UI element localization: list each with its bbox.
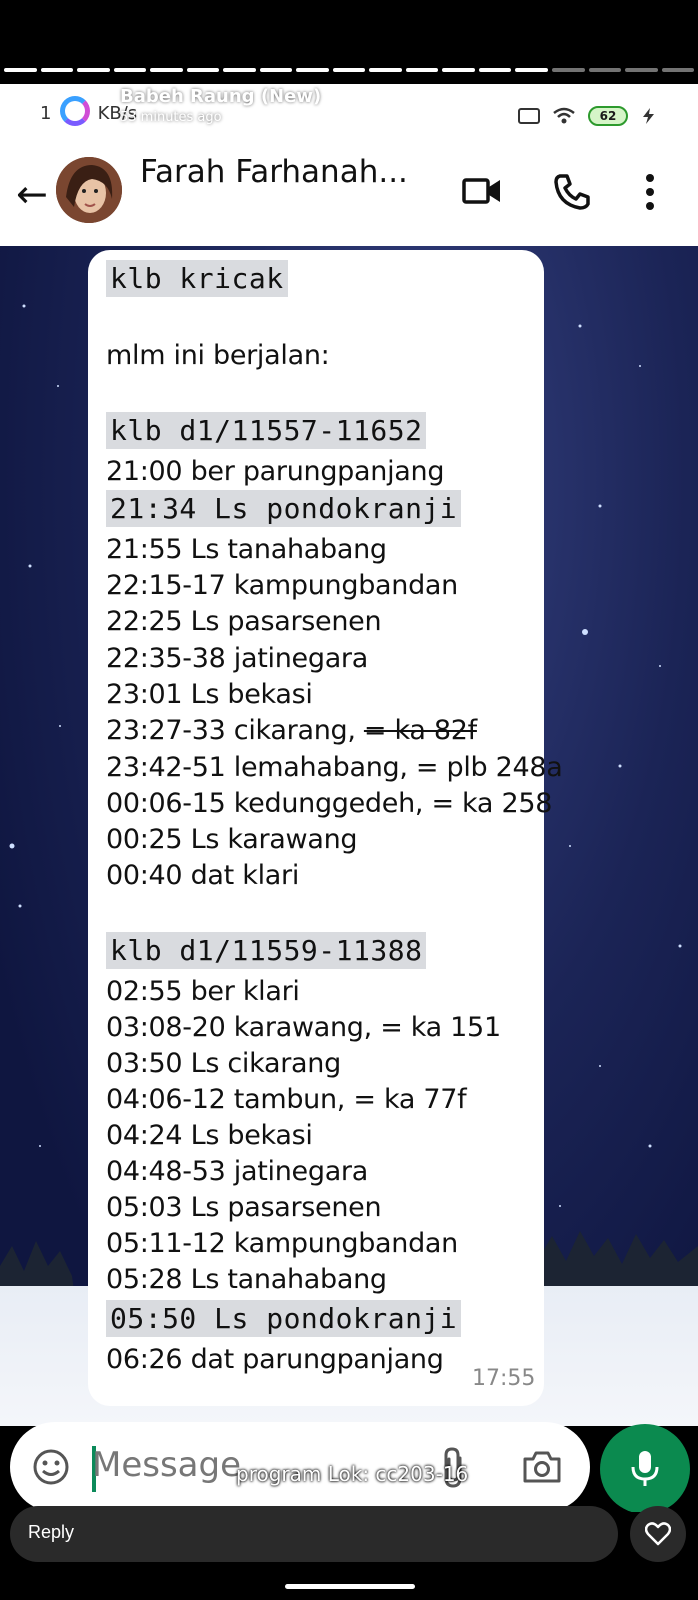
camera-icon[interactable] bbox=[522, 1450, 562, 1484]
message-line: 21:34 Ls pondokranji bbox=[106, 490, 462, 527]
message-line: 22:15-17 kampungbandan bbox=[106, 570, 458, 601]
contact-photo bbox=[56, 157, 122, 223]
message-line: 21:55 Ls tanahabang bbox=[106, 534, 387, 565]
story-progress-segment bbox=[588, 68, 622, 72]
message-line: 05:11-12 kampungbandan bbox=[106, 1228, 458, 1259]
story-caption: program Lok: cc203-16 bbox=[236, 1462, 469, 1486]
story-reply-input[interactable] bbox=[10, 1506, 618, 1562]
story-back-icon[interactable]: ← bbox=[18, 96, 40, 126]
story-progress-segment bbox=[186, 68, 220, 72]
heart-icon bbox=[645, 1522, 671, 1546]
like-button[interactable] bbox=[630, 1506, 686, 1562]
story-progress-segment bbox=[223, 68, 256, 72]
contact-name[interactable]: Farah Farhanah... bbox=[140, 154, 408, 190]
message-line: 05:50 Ls pondokranji bbox=[106, 1300, 462, 1337]
story-progress-segment bbox=[405, 68, 439, 72]
story-more-icon[interactable]: ⋮ bbox=[654, 92, 676, 117]
story-poster-name: Babeh Raung (New) bbox=[120, 86, 322, 107]
contact-avatar[interactable] bbox=[56, 157, 122, 223]
story-progress-segment bbox=[661, 68, 695, 72]
emoji-icon[interactable] bbox=[32, 1448, 70, 1486]
mic-button[interactable] bbox=[600, 1424, 690, 1514]
message-line: klb d1/11559-11388 bbox=[106, 932, 427, 969]
story-progress-segment bbox=[478, 68, 512, 72]
struck-text: = ka 82f bbox=[363, 715, 477, 746]
story-progress-segment bbox=[551, 68, 585, 72]
story-progress-segment bbox=[515, 68, 548, 72]
message-line: 21:00 ber parungpanjang bbox=[106, 456, 445, 487]
video-call-icon[interactable] bbox=[462, 176, 502, 206]
story-progress-segment bbox=[150, 68, 183, 72]
back-arrow-icon[interactable]: ← bbox=[16, 172, 48, 216]
message-line: 03:08-20 karawang, = ka 151 bbox=[106, 1012, 501, 1043]
message-line: 22:35-38 jatinegara bbox=[106, 643, 368, 674]
story-progress bbox=[4, 68, 695, 72]
story-progress-segment bbox=[259, 68, 293, 72]
battery-icon: 62 bbox=[588, 106, 628, 126]
message-line: mlm ini berjalan: bbox=[106, 340, 330, 371]
story-progress-segment bbox=[625, 68, 658, 72]
message-line: 04:06-12 tambun, = ka 77f bbox=[106, 1084, 467, 1115]
message-line: 23:42-51 lemahabang, = plb 248a bbox=[106, 752, 563, 783]
mic-icon bbox=[631, 1451, 659, 1486]
sim-icon bbox=[518, 108, 540, 124]
wifi-icon bbox=[553, 107, 575, 124]
story-progress-segment bbox=[4, 68, 37, 72]
home-indicator bbox=[285, 1584, 415, 1589]
story-posted-ago: 53 minutes ago bbox=[120, 110, 222, 125]
story-avatar[interactable] bbox=[51, 88, 98, 134]
story-progress-segment bbox=[442, 68, 475, 72]
message-line: 04:48-53 jatinegara bbox=[106, 1156, 368, 1187]
message-line: 05:28 Ls tanahabang bbox=[106, 1264, 387, 1295]
message-line: 06:26 dat parungpanjang bbox=[106, 1344, 444, 1375]
message-input[interactable]: Message bbox=[92, 1445, 241, 1485]
status-icons: 62 bbox=[518, 106, 658, 126]
reply-label: Reply bbox=[28, 1522, 75, 1542]
phone-call-icon[interactable] bbox=[552, 172, 592, 212]
story-progress-segment bbox=[113, 68, 147, 72]
story-progress-segment bbox=[369, 68, 402, 72]
message-line: klb d1/11557-11652 bbox=[106, 412, 427, 449]
message-line: 23:27-33 cikarang, = ka 82f bbox=[106, 715, 477, 746]
message-line: 00:06-15 kedunggedeh, = ka 258 bbox=[106, 788, 553, 819]
message-line: 03:50 Ls cikarang bbox=[106, 1048, 341, 1079]
story-header: ← bbox=[18, 88, 98, 134]
story-progress-segment bbox=[77, 68, 110, 72]
more-vert-icon[interactable] bbox=[645, 174, 655, 210]
message-line: 00:40 dat klari bbox=[106, 860, 300, 891]
story-top-bar bbox=[0, 0, 698, 90]
message-line: 04:24 Ls bekasi bbox=[106, 1120, 313, 1151]
story-progress-segment bbox=[40, 68, 74, 72]
message-line: 05:03 Ls pasarsenen bbox=[106, 1192, 382, 1223]
message-line: 22:25 Ls pasarsenen bbox=[106, 606, 382, 637]
story-progress-segment bbox=[296, 68, 329, 72]
message-line: 23:01 Ls bekasi bbox=[106, 679, 313, 710]
message-timestamp: 17:55 bbox=[472, 1366, 536, 1391]
message-line: 02:55 ber klari bbox=[106, 976, 300, 1007]
message-line: klb kricak bbox=[106, 260, 288, 297]
avatar-ring-icon bbox=[59, 96, 90, 126]
story-progress-segment bbox=[332, 68, 366, 72]
message-line: 00:25 Ls karawang bbox=[106, 824, 358, 855]
